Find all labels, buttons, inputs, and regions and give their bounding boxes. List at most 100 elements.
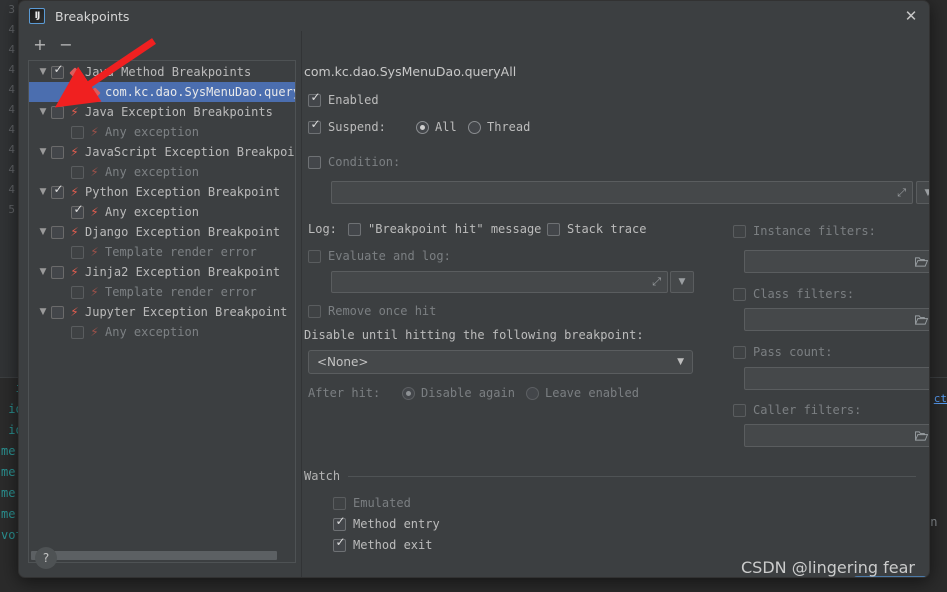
- tree-row-checkbox[interactable]: [51, 106, 64, 119]
- disable-again-radio[interactable]: [402, 387, 415, 400]
- exception-breakpoint-icon: ⚡: [88, 246, 101, 258]
- help-icon[interactable]: ?: [35, 547, 57, 569]
- tree-row-checkbox[interactable]: [51, 66, 64, 79]
- condition-row[interactable]: Condition:: [308, 155, 400, 169]
- suspend-thread-option[interactable]: Thread: [468, 120, 530, 134]
- tree-row-checkbox[interactable]: [71, 286, 84, 299]
- tree-row[interactable]: ▼⚡Jinja2 Exception Breakpoint: [29, 262, 295, 282]
- suspend-thread-radio[interactable]: [468, 121, 481, 134]
- log-message-row[interactable]: "Breakpoint hit" message: [348, 222, 541, 236]
- remove-once-hit-checkbox[interactable]: [308, 305, 321, 318]
- after-hit-label: After hit:: [308, 386, 380, 400]
- close-icon[interactable]: ✕: [897, 3, 925, 29]
- instance-filters-checkbox[interactable]: [733, 225, 746, 238]
- tree-row[interactable]: ▼⚡Any exception: [29, 202, 295, 222]
- suspend-checkbox[interactable]: [308, 121, 321, 134]
- tree-row-checkbox[interactable]: [51, 306, 64, 319]
- method-exit-checkbox[interactable]: [333, 539, 346, 552]
- dialog-title: Breakpoints: [55, 9, 129, 24]
- tree-row-checkbox[interactable]: [71, 86, 84, 99]
- leave-enabled-option[interactable]: Leave enabled: [526, 386, 639, 400]
- method-entry-checkbox[interactable]: [333, 518, 346, 531]
- tree-row-checkbox[interactable]: [71, 206, 84, 219]
- enabled-row[interactable]: Enabled: [308, 93, 379, 107]
- console-hyperlink[interactable]: ct: [934, 392, 947, 405]
- folder-icon[interactable]: [915, 256, 928, 267]
- expand-arrow-icon[interactable]: ▼: [35, 108, 51, 117]
- emulated-checkbox[interactable]: [333, 497, 346, 510]
- class-filters-checkbox[interactable]: [733, 288, 746, 301]
- disable-again-option[interactable]: Disable again: [402, 386, 515, 400]
- expand-arrow-icon[interactable]: ▼: [35, 68, 51, 77]
- tree-row[interactable]: ▼⚡Template render error: [29, 242, 295, 262]
- caller-filters-checkbox[interactable]: [733, 404, 746, 417]
- watch-group-header: Watch: [304, 469, 916, 483]
- emulated-row[interactable]: Emulated: [333, 496, 411, 510]
- instance-filters-row[interactable]: Instance filters:: [733, 224, 876, 238]
- tree-row-checkbox[interactable]: [51, 266, 64, 279]
- evaluate-input[interactable]: ⤢: [331, 271, 668, 293]
- tree-row-label: Any exception: [105, 322, 199, 342]
- caller-filters-input[interactable]: [744, 424, 930, 447]
- expand-arrow-icon[interactable]: ▼: [35, 228, 51, 237]
- instance-filters-input[interactable]: [744, 250, 930, 273]
- tree-row[interactable]: ▼⚡Python Exception Breakpoint: [29, 182, 295, 202]
- condition-checkbox[interactable]: [308, 156, 321, 169]
- evaluate-and-log-checkbox[interactable]: [308, 250, 321, 263]
- class-filters-input[interactable]: [744, 308, 930, 331]
- tree-row-checkbox[interactable]: [51, 186, 64, 199]
- folder-icon[interactable]: [915, 314, 928, 325]
- tree-row-checkbox[interactable]: [71, 326, 84, 339]
- tree-row-checkbox[interactable]: [71, 166, 84, 179]
- tree-row[interactable]: ▼⚡Java Exception Breakpoints: [29, 102, 295, 122]
- suspend-all-option[interactable]: All: [416, 120, 457, 134]
- condition-dropdown-button[interactable]: ▼: [916, 181, 930, 204]
- tree-horizontal-scrollbar[interactable]: [30, 550, 296, 561]
- expand-arrow-icon[interactable]: ▼: [35, 188, 51, 197]
- tree-row-checkbox[interactable]: [51, 146, 64, 159]
- tree-row[interactable]: ▼⚡Any exception: [29, 162, 295, 182]
- tree-row[interactable]: ▼⚡Template render error: [29, 282, 295, 302]
- caller-filters-row[interactable]: Caller filters:: [733, 403, 861, 417]
- evaluate-and-log-row[interactable]: Evaluate and log:: [308, 249, 451, 263]
- tree-row[interactable]: ▼⚡Django Exception Breakpoint: [29, 222, 295, 242]
- tree-row[interactable]: ▼com.kc.dao.SysMenuDao.queryAll: [29, 82, 295, 102]
- folder-icon[interactable]: [915, 430, 928, 441]
- tree-row[interactable]: ▼⚡Jupyter Exception Breakpoint: [29, 302, 295, 322]
- breakpoints-tree[interactable]: ▼Java Method Breakpoints▼com.kc.dao.SysM…: [28, 60, 296, 563]
- class-filters-row[interactable]: Class filters:: [733, 287, 854, 301]
- pass-count-checkbox[interactable]: [733, 346, 746, 359]
- tree-row[interactable]: ▼⚡Any exception: [29, 122, 295, 142]
- expand-arrow-icon[interactable]: ▼: [35, 148, 51, 157]
- add-breakpoint-button[interactable]: +: [29, 34, 51, 56]
- disable-until-combobox[interactable]: <None> ▼: [308, 350, 693, 374]
- remove-breakpoint-button[interactable]: −: [55, 34, 77, 56]
- tree-row-checkbox[interactable]: [71, 246, 84, 259]
- condition-input[interactable]: ⤢: [331, 181, 913, 204]
- tree-row-checkbox[interactable]: [71, 126, 84, 139]
- pass-count-label: Pass count:: [753, 345, 832, 359]
- suspend-row[interactable]: Suspend:: [308, 120, 386, 134]
- leave-enabled-radio[interactable]: [526, 387, 539, 400]
- method-exit-row[interactable]: Method exit: [333, 538, 432, 552]
- pass-count-row[interactable]: Pass count:: [733, 345, 832, 359]
- stack-trace-row[interactable]: Stack trace: [547, 222, 646, 236]
- expand-icon[interactable]: ⤢: [652, 275, 661, 289]
- suspend-all-radio[interactable]: [416, 121, 429, 134]
- tree-row[interactable]: ▼Java Method Breakpoints: [29, 62, 295, 82]
- remove-once-hit-row[interactable]: Remove once hit: [308, 304, 436, 318]
- tree-row[interactable]: ▼⚡Any exception: [29, 322, 295, 342]
- expand-icon[interactable]: ⤢: [897, 186, 906, 200]
- pass-count-input[interactable]: [744, 367, 930, 390]
- log-message-checkbox[interactable]: [348, 223, 361, 236]
- stack-trace-checkbox[interactable]: [547, 223, 560, 236]
- enabled-checkbox[interactable]: [308, 94, 321, 107]
- expand-arrow-icon[interactable]: ▼: [35, 308, 51, 317]
- evaluate-dropdown-button[interactable]: ▼: [670, 271, 694, 293]
- tree-row[interactable]: ▼⚡JavaScript Exception Breakpoints: [29, 142, 295, 162]
- tree-row-checkbox[interactable]: [51, 226, 64, 239]
- expand-arrow-icon[interactable]: ▼: [35, 268, 51, 277]
- gutter-line-number: 4: [0, 60, 15, 80]
- screenshot-root: 34444444445 i io iomemememevote.http11.H…: [0, 0, 947, 592]
- method-entry-row[interactable]: Method entry: [333, 517, 440, 531]
